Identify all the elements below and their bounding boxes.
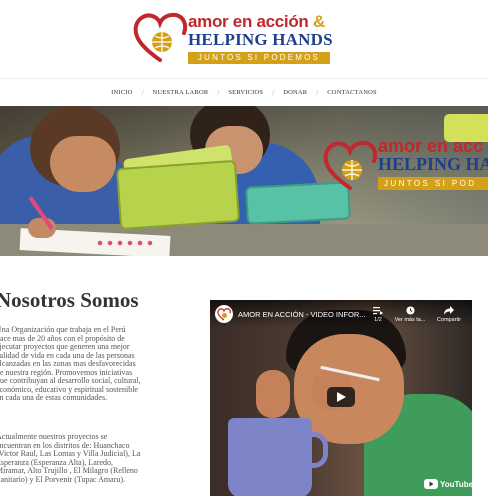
watch-later-button[interactable]: Ver más ta... [393, 306, 427, 323]
about-paragraph-1: Una Organización que trabaja en el Perú … [0, 325, 141, 402]
logo-title-line2: HELPING HANDS [188, 30, 333, 49]
youtube-icon [424, 479, 438, 489]
clock-icon [393, 306, 427, 317]
nav-item-inicio[interactable]: INICIO [111, 89, 132, 96]
hero-photo-pencil-box [115, 159, 241, 231]
play-button[interactable] [327, 387, 355, 407]
youtube-logo[interactable]: YouTube [424, 478, 472, 490]
channel-avatar[interactable] [215, 305, 233, 323]
nav-item-nuestra-labor[interactable]: NUESTRA LABOR [153, 89, 209, 96]
site-logo[interactable]: amor en acción & HELPING HANDS JUNTOS SI… [132, 10, 333, 66]
video-thumbnail-hand [256, 370, 290, 418]
about-paragraph-2: Actualmente nuestros proyectos se encuen… [0, 432, 141, 484]
share-label: Compartir [436, 317, 462, 323]
youtube-video-embed[interactable]: AMOR EN ACCIÓN - VIDEO INFOR... 1/2 Ver … [210, 300, 472, 496]
heart-globe-icon [323, 140, 378, 190]
share-icon [432, 306, 466, 317]
playlist-count: 1/2 [374, 317, 382, 323]
site-header: amor en acción & HELPING HANDS JUNTOS SI… [0, 0, 488, 77]
hero-logo-tagline: JUNTOS SI POD [378, 177, 488, 190]
hero-banner: amor en acc HELPING HAN JUNTOS SI POD [0, 106, 488, 256]
nav-separator: / [141, 88, 144, 97]
hero-logo-overlay: amor en acc HELPING HAN JUNTOS SI POD [322, 136, 488, 196]
video-title[interactable]: AMOR EN ACCIÓN - VIDEO INFOR... [238, 310, 366, 319]
playlist-icon [361, 306, 395, 317]
logo-tagline: JUNTOS SI PODEMOS [188, 52, 330, 64]
video-thumbnail-cup-handle [306, 432, 328, 468]
hero-photo-child-left-face [50, 136, 116, 192]
youtube-wordmark: YouTube [440, 479, 472, 489]
video-thumbnail-cup [228, 418, 312, 496]
nav-separator: / [272, 88, 275, 97]
share-button[interactable]: Compartir [432, 306, 466, 323]
hero-photo-drawing [95, 239, 155, 247]
nav-separator: / [316, 88, 319, 97]
playlist-button[interactable]: 1/2 [361, 306, 395, 323]
nav-separator: / [217, 88, 220, 97]
nav-item-donar[interactable]: DONAR [283, 89, 307, 96]
nav-item-contactanos[interactable]: CONTACTANOS [327, 89, 377, 96]
section-title: Nosotros Somos [0, 288, 139, 312]
hero-logo-line2: HELPING HAN [378, 154, 488, 174]
play-icon [336, 392, 346, 402]
main-navigation: INICIO / NUESTRA LABOR / SERVICIOS / DON… [0, 78, 488, 106]
heart-globe-icon [217, 307, 231, 321]
logo-title-line1: amor en acción & [188, 12, 325, 31]
heart-globe-icon [133, 12, 188, 62]
watch-later-label: Ver más ta... [394, 317, 426, 323]
nav-item-servicios[interactable]: SERVICIOS [228, 89, 263, 96]
